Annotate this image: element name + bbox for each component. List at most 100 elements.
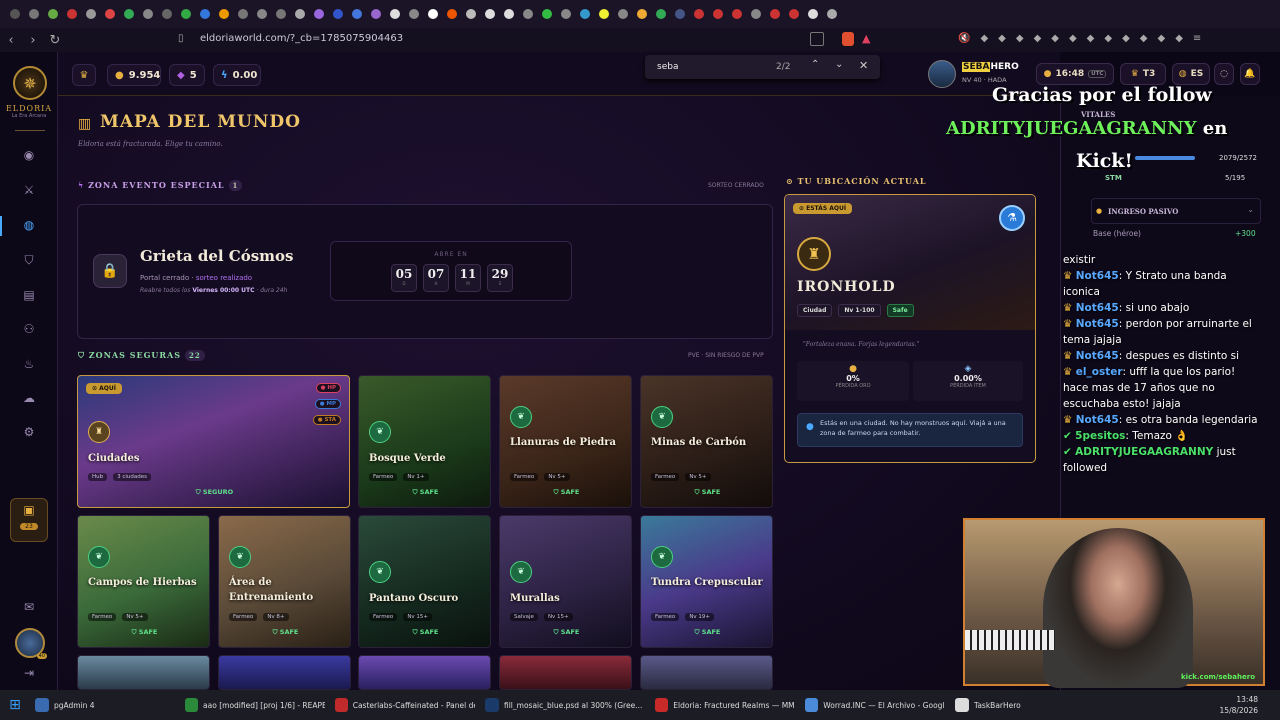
language-pill[interactable]: ◍ ES <box>1172 63 1210 85</box>
browser-tab-favicon-icon[interactable] <box>82 6 99 23</box>
passive-income-panel[interactable]: ● INGRESO PASIVO ⌄ <box>1091 198 1261 224</box>
browser-tab-favicon-icon[interactable] <box>367 6 384 23</box>
browser-tab-favicon-icon[interactable] <box>25 6 42 23</box>
browser-tab-favicon-icon[interactable] <box>234 6 251 23</box>
taskbar-app[interactable]: pgAdmin 4 <box>30 690 180 720</box>
browser-tab-favicon-icon[interactable] <box>519 6 536 23</box>
profile-icon[interactable]: ◉ <box>20 148 38 166</box>
browser-tab-favicon-icon[interactable] <box>728 6 745 23</box>
browser-tab-favicon-icon[interactable] <box>405 6 422 23</box>
extension-icon[interactable]: ◆ <box>998 33 1006 44</box>
browser-tab-favicon-icon[interactable] <box>101 6 118 23</box>
mail-icon[interactable]: ✉ <box>20 600 38 618</box>
browser-tab-favicon-icon[interactable] <box>44 6 61 23</box>
chat-toggle-icon[interactable]: ◌ <box>1214 63 1234 85</box>
notifications-icon[interactable]: 🔔 <box>1240 63 1260 85</box>
zone-card[interactable]: ❦ Bosque Verde Farmeo Nv 1+ ⛉ SAFE <box>358 375 491 508</box>
zone-card[interactable]: ❦ Minas de Carbón Farmeo Nv 5+ ⛉ SAFE <box>640 375 773 508</box>
zone-card[interactable] <box>358 655 491 690</box>
bookmark-icon[interactable]: ▯ <box>178 33 184 44</box>
taskbar-app[interactable]: Eldoria: Fractured Realms — MM... <box>650 690 800 720</box>
find-next-icon[interactable]: ⌄ <box>835 59 843 70</box>
extension-icon[interactable]: ◆ <box>1087 33 1095 44</box>
chat-icon[interactable]: ☁ <box>20 391 38 409</box>
combat-icon[interactable]: ⚔ <box>20 183 38 201</box>
extension-icon[interactable]: ◆ <box>1140 33 1148 44</box>
zone-card[interactable] <box>499 655 632 690</box>
system-clock[interactable]: 13:48 15/8/2026 <box>1220 694 1258 716</box>
browser-tab-favicon-icon[interactable] <box>310 6 327 23</box>
start-icon[interactable]: ⊞ <box>0 690 30 720</box>
extension-icon[interactable]: ◆ <box>1104 33 1112 44</box>
zone-card[interactable]: ❦ Área de Entrenamiento Farmeo Nv 8+ ⛉ SAFE <box>218 515 351 648</box>
settings-icon[interactable]: ⚙ <box>20 425 38 443</box>
rank-pill[interactable]: ♛ T3 <box>1120 63 1166 85</box>
menu-icon[interactable]: ≡ <box>1193 33 1201 44</box>
browser-tab-favicon-icon[interactable] <box>196 6 213 23</box>
zone-card[interactable]: ❦ Murallas Salvaje Nv 15+ ⛉ SAFE <box>499 515 632 648</box>
zone-card[interactable] <box>640 655 773 690</box>
browser-tab-favicon-icon[interactable] <box>139 6 156 23</box>
taskbar-app[interactable]: fill_mosaic_blue.psd al 300% (Gree... <box>480 690 650 720</box>
avatar[interactable]: 40 <box>15 628 47 659</box>
player-avatar[interactable] <box>928 60 956 88</box>
taskbar-app[interactable]: Worrad.INC — El Archivo - Googl... <box>800 690 950 720</box>
browser-tab-favicon-icon[interactable] <box>424 6 441 23</box>
gems-counter[interactable]: ◆ 5 <box>169 64 205 86</box>
browser-tab-favicon-icon[interactable] <box>443 6 460 23</box>
zone-card[interactable]: ❦ Llanuras de Piedra Farmeo Nv 5+ ⛉ SAFE <box>499 375 632 508</box>
browser-tab-favicon-icon[interactable] <box>291 6 308 23</box>
browser-tab-favicon-icon[interactable] <box>576 6 593 23</box>
taskbar-app[interactable]: TaskBarHero <box>950 690 1050 720</box>
browser-tab-favicon-icon[interactable] <box>6 6 23 23</box>
find-prev-icon[interactable]: ⌃ <box>811 59 819 70</box>
find-close-icon[interactable]: ✕ <box>859 59 868 72</box>
potion-icon[interactable]: ⚗ <box>999 205 1025 231</box>
eldoria-logo[interactable]: ✵ <box>13 66 47 100</box>
taskbar-app[interactable]: Casterlabs-Caffeinated - Panel de ... <box>330 690 480 720</box>
browser-tab-favicon-icon[interactable] <box>177 6 194 23</box>
fire-icon[interactable]: ♨ <box>20 357 38 375</box>
browser-tab-favicon-icon[interactable] <box>766 6 783 23</box>
taskbar-app[interactable]: aao [modified] [proj 1/6] - REAPE... <box>180 690 330 720</box>
browser-tab-favicon-icon[interactable] <box>481 6 498 23</box>
gold-counter[interactable]: ● 9.954 <box>107 64 161 86</box>
find-input[interactable]: seba <box>657 62 678 72</box>
shield-icon[interactable]: ⛉ <box>20 253 38 271</box>
zone-card[interactable] <box>77 655 210 690</box>
zone-card[interactable]: ❦ Campos de Hierbas Farmeo Nv 5+ ⛉ SAFE <box>77 515 210 648</box>
browser-tab-favicon-icon[interactable] <box>500 6 517 23</box>
browser-tab-favicon-icon[interactable] <box>785 6 802 23</box>
url-field[interactable]: eldoriaworld.com/?_cb=1785075904463 <box>200 33 403 44</box>
browser-tab-favicon-icon[interactable] <box>329 6 346 23</box>
extension-icon[interactable]: ◆ <box>1034 33 1042 44</box>
player-name[interactable]: SEBAHERO <box>962 62 1019 72</box>
mute-icon[interactable]: 🔇 <box>958 33 970 44</box>
extension-icon[interactable]: ◆ <box>1016 33 1024 44</box>
browser-tab-favicon-icon[interactable] <box>386 6 403 23</box>
browser-tab-favicon-icon[interactable] <box>614 6 631 23</box>
browser-tab-favicon-icon[interactable] <box>595 6 612 23</box>
zone-card[interactable]: ❦ Pantano Oscuro Farmeo Nv 15+ ⛉ SAFE <box>358 515 491 648</box>
browser-tab-favicon-icon[interactable] <box>747 6 764 23</box>
world-map-icon[interactable]: ◍ <box>20 218 38 236</box>
browser-tab-favicon-icon[interactable] <box>823 6 840 23</box>
browser-tab-favicon-icon[interactable] <box>633 6 650 23</box>
browser-tab-favicon-icon[interactable] <box>215 6 232 23</box>
rewards-icon[interactable]: ▲ <box>862 32 870 45</box>
browser-tab-favicon-icon[interactable] <box>120 6 137 23</box>
browser-tab-favicon-icon[interactable] <box>804 6 821 23</box>
zone-card[interactable]: ♜ Ciudades Hub 3 ciudades ⛉ SEGURO ⊙ AQUÍ ● HP… <box>77 375 350 508</box>
browser-tab-favicon-icon[interactable] <box>272 6 289 23</box>
zone-card[interactable] <box>218 655 351 690</box>
browser-tab-favicon-icon[interactable] <box>652 6 669 23</box>
zone-card[interactable]: ❦ Tundra Crepuscular Farmeo Nv 19+ ⛉ SAFE <box>640 515 773 648</box>
reader-icon[interactable] <box>810 32 824 46</box>
forward-icon[interactable]: › <box>22 33 44 48</box>
logout-icon[interactable]: ⇥ <box>20 666 38 684</box>
inventory-button[interactable]: ▣ 23 <box>10 498 48 542</box>
browser-tab-favicon-icon[interactable] <box>690 6 707 23</box>
browser-tab-favicon-icon[interactable] <box>709 6 726 23</box>
brave-shield-icon[interactable] <box>842 32 854 46</box>
extension-icon[interactable]: ◆ <box>1157 33 1165 44</box>
